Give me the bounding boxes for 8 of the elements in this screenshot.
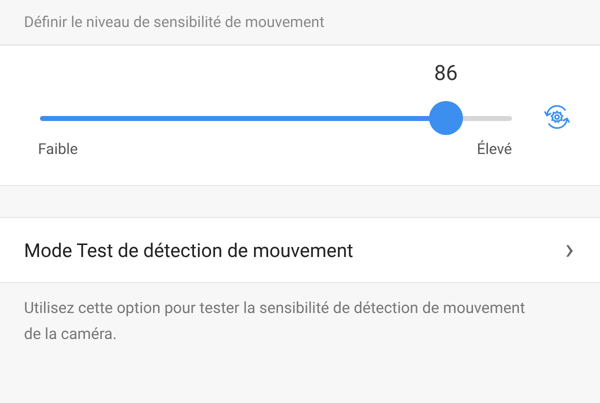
test-mode-row[interactable]: Mode Test de détection de mouvement › <box>0 217 600 283</box>
section-header: Définir le niveau de sensibilité de mouvement <box>24 13 324 31</box>
slider-thumb[interactable] <box>428 101 463 135</box>
refresh-gear-icon[interactable] <box>543 103 571 131</box>
max-label: Élevé <box>476 140 512 158</box>
min-label: Faible <box>38 140 78 158</box>
slider-value: 86 <box>434 62 458 86</box>
description-text: Utilisez cette option pour tester la sensibilité de détection de mouvement de la caméra. <box>24 298 526 345</box>
